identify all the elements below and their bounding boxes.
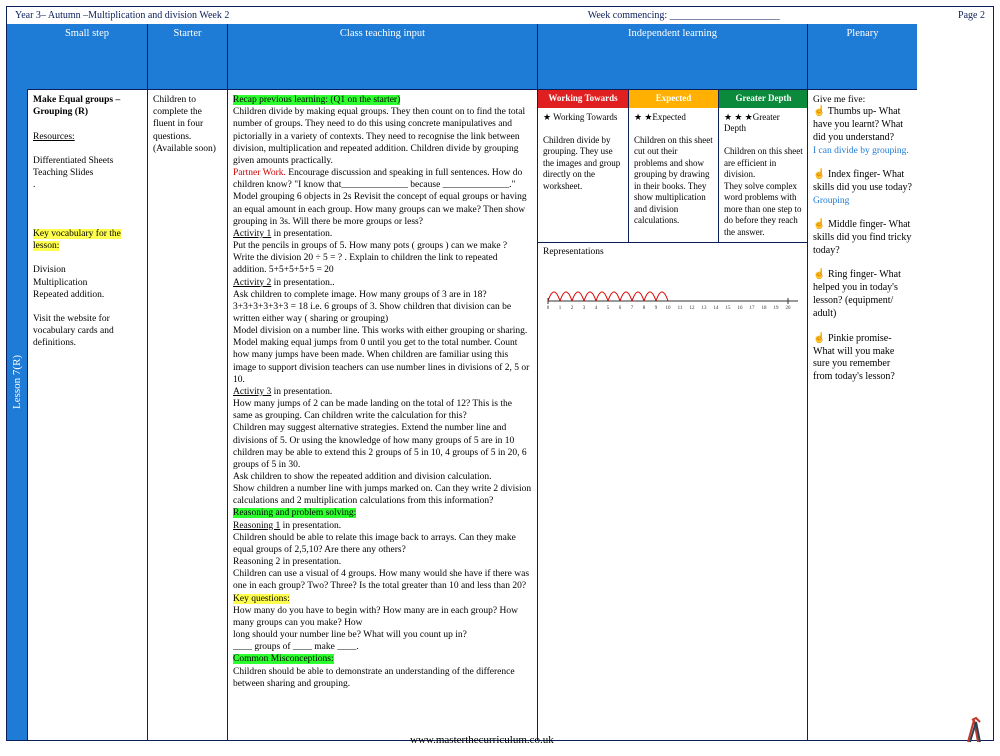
- activity1-body: Put the pencils in groups of 5. How many…: [233, 241, 507, 275]
- greater-depth: Greater Depth ★ ★ ★Greater Depth Childre…: [718, 90, 808, 242]
- header-left: Year 3– Autumn –Multiplication and divis…: [15, 10, 229, 21]
- teaching-cell: Recap previous learning: (Q1 on the star…: [227, 89, 537, 740]
- expected: Expected ★ ★Expected Children on this sh…: [628, 90, 718, 242]
- activity2-body: Ask children to complete image. How many…: [233, 290, 529, 385]
- svg-text:8: 8: [643, 306, 646, 311]
- number-line: 0123 4567 8910 11121314 15161718 1920: [543, 271, 803, 311]
- svg-text:19: 19: [774, 306, 780, 311]
- step-title: Make Equal groups – Grouping (R): [33, 94, 142, 118]
- reasoning2-body: Reasoning 2 in presentation. Children ca…: [233, 557, 529, 591]
- representations: Representations: [538, 242, 808, 740]
- header-week: Week commencing: ______________________: [588, 10, 780, 21]
- activity2-h: Activity 2: [233, 278, 271, 288]
- recap-heading: Recap previous learning: (Q1 on the star…: [233, 95, 400, 105]
- svg-text:14: 14: [714, 306, 720, 311]
- svg-text:6: 6: [619, 306, 622, 311]
- header-page: Page 2: [958, 10, 985, 21]
- reps-label: Representations: [543, 247, 604, 257]
- star-icon: ★: [543, 112, 551, 122]
- activity1-tail: in presentation.: [271, 229, 332, 239]
- independent-cell: Working Towards ★ Working Towards Childr…: [537, 89, 807, 740]
- svg-text:0: 0: [547, 306, 550, 311]
- pinkie-item: ☝ Pinkie promise- What will you make sur…: [813, 333, 895, 382]
- activity3-h: Activity 3: [233, 387, 271, 397]
- gd-body: Children on this sheet are efficient in …: [724, 146, 803, 237]
- svg-text:12: 12: [690, 306, 696, 311]
- small-step-cell: Make Equal groups – Grouping (R) Resourc…: [27, 89, 147, 740]
- svg-text:1: 1: [559, 306, 562, 311]
- svg-text:9: 9: [655, 306, 658, 311]
- main-grid: Lesson 7(R) Small step Starter Class tea…: [7, 24, 993, 740]
- vocab-heading: Key vocabulary for the lesson:: [33, 229, 121, 251]
- resources-label: Resources:: [33, 131, 142, 143]
- col-plenary: Plenary: [807, 24, 917, 89]
- starter-cell: Children to complete the fluent in four …: [147, 89, 227, 740]
- svg-text:5: 5: [607, 306, 610, 311]
- svg-text:11: 11: [678, 306, 683, 311]
- misconceptions-heading: Common Misconceptions:: [233, 654, 334, 664]
- wt-body: Children divide by grouping. They use th…: [543, 135, 620, 191]
- plenary-title: Give me five:: [813, 95, 865, 105]
- star-icon: ★ ★: [634, 112, 652, 122]
- ring-item: ☝ Ring finger- What helped you in today'…: [813, 269, 901, 318]
- svg-text:18: 18: [762, 306, 768, 311]
- svg-text:4: 4: [595, 306, 598, 311]
- reasoning1-h: Reasoning 1: [233, 521, 280, 531]
- ex-header: Expected: [629, 90, 718, 108]
- svg-text:2: 2: [571, 306, 574, 311]
- working-towards: Working Towards ★ Working Towards Childr…: [538, 90, 628, 242]
- svg-text:7: 7: [631, 306, 634, 311]
- col-teaching: Class teaching input: [227, 24, 537, 89]
- ex-label: Expected: [652, 112, 685, 122]
- index-item: ☝ Index finger- What skills did you use …: [813, 169, 912, 193]
- svg-text:15: 15: [726, 306, 732, 311]
- activity3-tail: in presentation.: [271, 387, 332, 397]
- ex-body: Children on this sheet cut out their pro…: [634, 135, 713, 226]
- svg-text:3: 3: [583, 306, 586, 311]
- activity3-body: How many jumps of 2 can be made landing …: [233, 399, 531, 506]
- key-questions-body: How many do you have to begin with? How …: [233, 606, 518, 652]
- reasoning1-body: Children should be able to relate this i…: [233, 533, 516, 555]
- star-icon: ★ ★ ★: [724, 112, 753, 122]
- logo-icon: [964, 716, 988, 748]
- reasoning1-tail: in presentation.: [280, 521, 341, 531]
- partner-label: Partner Work.: [233, 168, 286, 178]
- wt-header: Working Towards: [538, 90, 628, 108]
- plenary-cell: Give me five: ☝ Thumbs up- What have you…: [807, 89, 917, 740]
- svg-text:10: 10: [666, 306, 672, 311]
- gd-header: Greater Depth: [719, 90, 808, 108]
- activity1-h: Activity 1: [233, 229, 271, 239]
- lesson-plan-page: Year 3– Autumn –Multiplication and divis…: [6, 6, 994, 741]
- footer-url: www.masterthecurriculum.co.uk: [410, 734, 554, 746]
- misconceptions-body: Children should be able to demonstrate a…: [233, 667, 515, 689]
- site-note: Visit the website for vocabulary cards a…: [33, 313, 142, 349]
- index-answer: Grouping: [813, 196, 849, 206]
- key-questions-heading: Key questions:: [233, 594, 290, 604]
- col-independent: Independent learning: [537, 24, 807, 89]
- svg-text:16: 16: [738, 306, 744, 311]
- teaching-p1: Children divide by making equal groups. …: [233, 107, 525, 166]
- thumb-item: ☝ Thumbs up- What have you learnt? What …: [813, 106, 903, 143]
- wt-label: Working Towards: [551, 112, 617, 122]
- activity2-tail: in presentation..: [271, 278, 334, 288]
- vocab-list: Division Multiplication Repeated additio…: [33, 264, 142, 300]
- svg-text:20: 20: [786, 306, 792, 311]
- lesson-number-tab: Lesson 7(R): [7, 24, 27, 740]
- thumb-answer: I can divide by grouping.: [813, 146, 909, 156]
- reasoning-heading: Reasoning and problem solving:: [233, 508, 356, 518]
- svg-text:17: 17: [750, 306, 756, 311]
- middle-item: ☝ Middle finger- What skills did you fin…: [813, 219, 911, 256]
- model-text: Model grouping 6 objects in 2s Revisit t…: [233, 192, 527, 226]
- col-small-step: Small step: [27, 24, 147, 89]
- top-bar: Year 3– Autumn –Multiplication and divis…: [7, 7, 993, 24]
- resources-text: Differentiated Sheets Teaching Slides .: [33, 155, 142, 191]
- columns: Small step Starter Class teaching input …: [27, 24, 993, 740]
- svg-text:13: 13: [702, 306, 708, 311]
- col-starter: Starter: [147, 24, 227, 89]
